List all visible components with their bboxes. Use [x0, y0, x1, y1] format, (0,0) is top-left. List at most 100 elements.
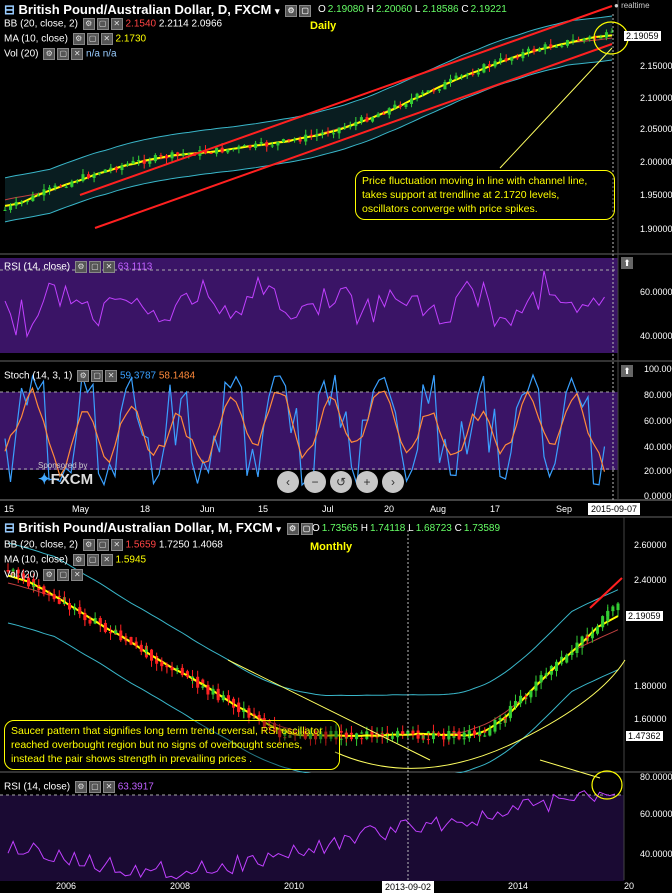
- price-tick-label: 1.90000: [640, 224, 672, 234]
- fxcm-logo: ✦FXCM: [38, 471, 94, 488]
- monthly-candle: [78, 608, 82, 615]
- monthly-candle: [62, 603, 66, 605]
- daily-candle: [59, 185, 63, 187]
- monthly-candle: [611, 610, 615, 612]
- daily-candle: [176, 152, 180, 155]
- monthly-candle: [211, 688, 215, 695]
- monthly-vol-legend: Vol (20) ⚙ ▢ ✕: [4, 569, 84, 581]
- zoom-in-button[interactable]: +: [356, 471, 378, 493]
- monthly-candle: [524, 695, 528, 697]
- date-tick-label: Aug: [430, 504, 446, 514]
- monthly-candle: [570, 653, 574, 655]
- monthly-candle: [155, 660, 159, 662]
- daily-candle: [532, 48, 536, 52]
- monthly-candle: [426, 738, 430, 740]
- daily-candle: [404, 103, 408, 108]
- monthly-candle: [355, 733, 359, 740]
- square-icon[interactable]: ▢: [299, 4, 312, 17]
- monthly-candle: [437, 733, 441, 736]
- monthly-candle: [396, 731, 400, 737]
- price-tick-label: 2.10000: [640, 93, 672, 103]
- daily-ohlc: O 2.19080 H 2.20060 L 2.18586 C 2.19221: [318, 4, 507, 15]
- monthly-candle: [349, 737, 353, 740]
- monthly-ma-legend: MA (10, close) ⚙ ▢ ✕ 1.5945: [4, 554, 147, 566]
- date-tick-label: 15: [4, 504, 14, 514]
- scroll-right-button[interactable]: ›: [382, 471, 404, 493]
- daily-candle: [25, 200, 29, 202]
- monthly-rsi-tick: 80.0000: [640, 772, 672, 782]
- daily-candle: [81, 174, 85, 182]
- daily-candle: [499, 58, 503, 62]
- monthly-annotation-note: Saucer pattern that signifies long term …: [4, 720, 340, 770]
- daily-candle: [304, 134, 308, 142]
- monthly-candle: [411, 730, 415, 735]
- monthly-candle: [57, 599, 61, 604]
- monthly-price-tick: 2.60000: [634, 540, 667, 550]
- daily-candle: [554, 46, 558, 48]
- pin-icon[interactable]: ⬆: [621, 257, 633, 269]
- daily-candle: [465, 74, 469, 76]
- daily-candle: [348, 126, 352, 128]
- ma-legend: MA (10, close) ⚙ ▢ ✕ 2.1730: [4, 33, 147, 45]
- monthly-candle: [216, 688, 220, 701]
- monthly-candle: [73, 608, 77, 610]
- daily-candle: [231, 148, 235, 150]
- reset-button[interactable]: ↺: [330, 471, 352, 493]
- settings-icon[interactable]: ⚙: [285, 4, 298, 17]
- daily-candle: [137, 159, 141, 161]
- daily-candle: [382, 113, 386, 115]
- monthly-candle: [488, 728, 492, 733]
- monthly-date-box: 2013-09-02: [382, 881, 435, 893]
- monthly-candle: [201, 686, 205, 688]
- price-tick-label: 2.15000: [640, 61, 672, 71]
- monthly-candle: [595, 626, 599, 634]
- daily-candle: [298, 139, 302, 142]
- date-tick-label: 17: [490, 504, 500, 514]
- daily-candle: [482, 64, 486, 73]
- monthly-candle: [365, 731, 369, 733]
- monthly-candle: [539, 675, 543, 683]
- daily-candle: [215, 147, 219, 154]
- year-tick-label: 2014: [508, 881, 528, 891]
- monthly-rsi-tick: 60.0000: [640, 809, 672, 819]
- monthly-candle: [452, 730, 456, 733]
- monthly-candle: [37, 584, 41, 587]
- monthly-candle: [139, 645, 143, 652]
- monthly-candle: [83, 614, 87, 620]
- scroll-left-button[interactable]: ‹: [277, 471, 299, 493]
- daily-candle: [371, 117, 375, 122]
- monthly-price-tick: 1.80000: [634, 681, 667, 691]
- monthly-candle: [478, 731, 482, 736]
- monthly-candle: [601, 620, 605, 627]
- zoom-out-button[interactable]: −: [304, 471, 326, 493]
- daily-candle: [75, 181, 79, 183]
- year-tick-label: 2006: [56, 881, 76, 891]
- realtime-indicator: ● realtime: [614, 1, 650, 10]
- daily-candle: [31, 195, 35, 201]
- daily-candle: [209, 152, 213, 154]
- monthly-candle: [196, 676, 200, 688]
- monthly-candle: [360, 732, 364, 734]
- monthly-candle: [606, 611, 610, 621]
- daily-candle: [220, 147, 224, 153]
- daily-candle: [64, 186, 68, 188]
- daily-candle: [270, 145, 274, 147]
- monthly-candle: [221, 696, 225, 701]
- pin-icon-2[interactable]: ⬆: [621, 365, 633, 377]
- daily-candle: [103, 169, 107, 173]
- monthly-candle: [483, 731, 487, 733]
- stoch-tick-label: 80.0000: [644, 390, 672, 400]
- monthly-candle: [129, 636, 133, 645]
- daily-candle: [521, 51, 525, 59]
- stoch-legend: Stoch (14, 3, 1) ⚙ ▢ ✕ 59.3787 58.1484: [4, 370, 196, 382]
- daily-candle: [560, 45, 564, 47]
- daily-candle: [549, 44, 553, 48]
- daily-candle: [126, 163, 130, 166]
- daily-candle: [421, 92, 425, 94]
- daily-candle: [309, 134, 313, 137]
- monthly-candle: [549, 671, 553, 674]
- daily-candle: [120, 165, 124, 171]
- daily-candle: [159, 155, 163, 157]
- monthly-candle: [462, 732, 466, 738]
- monthly-candle: [503, 717, 507, 719]
